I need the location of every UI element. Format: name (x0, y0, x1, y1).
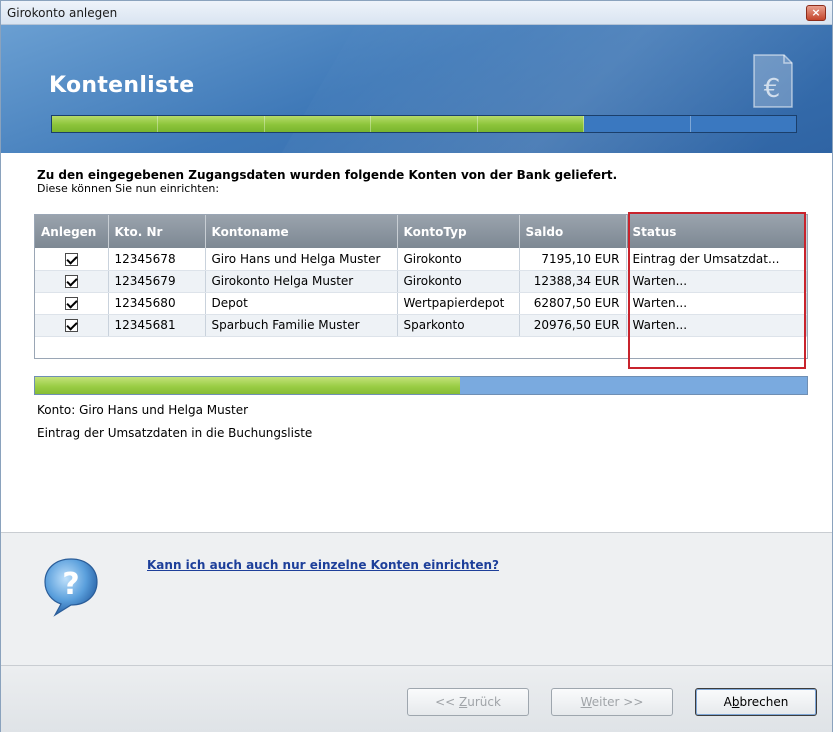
kto-nr-cell: 12345679 (108, 270, 206, 293)
cancel-label-post: brechen (739, 695, 789, 709)
status-cell: Warten... (626, 314, 807, 337)
next-label-mnemonic: W (580, 695, 592, 709)
wizard-header: Kontenliste € (1, 25, 832, 153)
window-title: Girokonto anlegen (7, 6, 118, 20)
status-cell: Warten... (626, 292, 807, 315)
current-action-text: Eintrag der Umsatzdaten in die Buchungsl… (37, 426, 313, 440)
column-header-status[interactable]: Status (626, 215, 807, 248)
current-account-text: Konto: Giro Hans und Helga Muster (37, 403, 249, 417)
anlegen-checkbox[interactable] (64, 319, 78, 332)
euro-document-icon: € (753, 54, 793, 108)
back-label-pre: << (435, 695, 459, 709)
kontotyp-cell: Wertpapierdepot (397, 292, 520, 315)
column-header-anlegen[interactable]: Anlegen (35, 215, 109, 248)
kto-nr-cell: 12345681 (108, 314, 206, 337)
table-row[interactable]: 12345680 Depot Wertpapierdepot 62807,50 … (35, 292, 807, 315)
next-label-post: eiter >> (591, 695, 644, 709)
kto-nr-cell: 12345678 (108, 248, 206, 271)
button-bar: << Zurück Weiter >> Abbrechen (1, 666, 832, 732)
kontoname-cell: Sparbuch Familie Muster (205, 314, 398, 337)
column-header-kontoname[interactable]: Kontoname (205, 215, 398, 248)
close-icon: × (811, 6, 821, 19)
saldo-cell: 20976,50 EUR (519, 314, 627, 337)
table-header-row: Anlegen Kto. Nr Kontoname KontoTyp Saldo… (35, 215, 807, 248)
account-table: Anlegen Kto. Nr Kontoname KontoTyp Saldo… (34, 214, 808, 359)
wizard-step-segment (477, 116, 585, 132)
wizard-step-segment (52, 116, 159, 132)
kontoname-cell: Girokonto Helga Muster (205, 270, 398, 293)
anlegen-cell (35, 248, 109, 271)
wizard-step-segment (371, 116, 478, 132)
wizard-step-segment (158, 116, 265, 132)
wizard-step-segment (691, 116, 796, 132)
svg-text:?: ? (62, 567, 79, 602)
help-section: ? Kann ich auch auch nur einzelne Konten… (1, 532, 832, 666)
close-button[interactable]: × (806, 5, 826, 21)
table-row[interactable]: 12345681 Sparbuch Familie Muster Sparkon… (35, 314, 807, 337)
table-row[interactable]: 12345679 Girokonto Helga Muster Girokont… (35, 270, 807, 293)
question-bubble-icon: ? (44, 558, 98, 617)
column-header-saldo[interactable]: Saldo (519, 215, 627, 248)
column-header-kto-nr[interactable]: Kto. Nr (108, 215, 206, 248)
cancel-label-pre: A (723, 695, 732, 709)
wizard-step-segment (264, 116, 372, 132)
kto-nr-cell: 12345680 (108, 292, 206, 315)
help-link-single-accounts[interactable]: Kann ich auch auch nur einzelne Konten e… (147, 558, 499, 572)
intro-heading: Zu den eingegebenen Zugangsdaten wurden … (37, 168, 618, 182)
saldo-cell: 7195,10 EUR (519, 248, 627, 271)
kontotyp-cell: Girokonto (397, 248, 520, 271)
import-progress-bar (34, 376, 808, 395)
status-cell: Eintrag der Umsatzdat... (626, 248, 807, 271)
saldo-cell: 62807,50 EUR (519, 292, 627, 315)
status-cell: Warten... (626, 270, 807, 293)
next-button[interactable]: Weiter >> (551, 688, 673, 716)
back-label-mnemonic: Z (459, 695, 468, 709)
kontotyp-cell: Girokonto (397, 270, 520, 293)
page-title: Kontenliste (49, 73, 195, 98)
saldo-cell: 12388,34 EUR (519, 270, 627, 293)
progress-fill (35, 377, 460, 394)
back-button[interactable]: << Zurück (407, 688, 529, 716)
kontoname-cell: Depot (205, 292, 398, 315)
anlegen-checkbox[interactable] (64, 252, 78, 266)
cancel-button[interactable]: Abbrechen (695, 688, 817, 716)
anlegen-cell (35, 314, 109, 337)
anlegen-checkbox[interactable] (64, 297, 78, 310)
table-row[interactable]: 12345678 Giro Hans und Helga Muster Giro… (35, 248, 807, 271)
wizard-step-segment (584, 116, 691, 132)
kontotyp-cell: Sparkonto (397, 314, 520, 337)
anlegen-cell (35, 292, 109, 315)
title-bar: Girokonto anlegen × (1, 1, 832, 25)
column-header-kontotyp[interactable]: KontoTyp (397, 215, 520, 248)
anlegen-cell (35, 270, 109, 293)
wizard-step-bar (51, 115, 797, 133)
anlegen-checkbox[interactable] (64, 275, 78, 288)
intro-subtext: Diese können Sie nun einrichten: (37, 182, 220, 195)
back-label-post: urück (467, 695, 501, 709)
dialog-window: Girokonto anlegen × Kontenliste € Zu den… (0, 0, 833, 732)
svg-text:€: € (764, 74, 781, 104)
kontoname-cell: Giro Hans und Helga Muster (205, 248, 398, 271)
